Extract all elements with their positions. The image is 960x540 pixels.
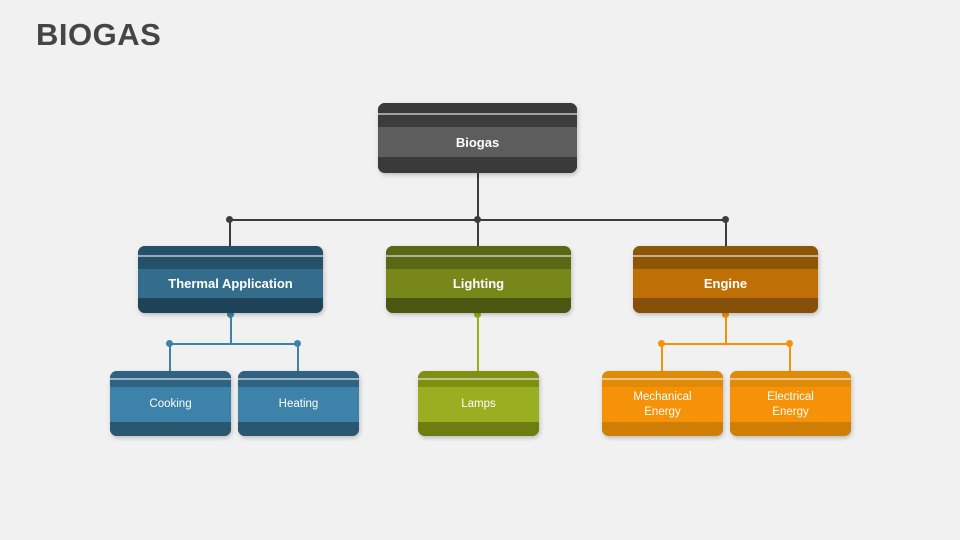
node-lamps-band xyxy=(418,380,539,387)
connector-dot-lighting xyxy=(474,216,481,223)
node-heating-cap xyxy=(238,371,359,378)
node-electrical-cap xyxy=(730,371,851,378)
node-heating-band xyxy=(238,380,359,387)
connector-thermal-to-heating xyxy=(297,343,299,371)
connector-engine-to-electrical xyxy=(789,343,791,371)
node-electrical-energy[interactable]: Electrical Energy xyxy=(730,371,851,436)
connector-lighting-to-lamps xyxy=(477,313,479,371)
connector-root-to-thermal xyxy=(229,219,231,246)
connector-dot-thermal xyxy=(226,216,233,223)
node-lamps[interactable]: Lamps xyxy=(418,371,539,436)
node-cooking-band xyxy=(110,380,231,387)
node-thermal-cap xyxy=(138,246,323,255)
connector-thermal-bus xyxy=(170,343,298,345)
node-mechanical-label: Mechanical Energy xyxy=(633,390,692,418)
node-lighting-cap xyxy=(386,246,571,255)
node-biogas-band xyxy=(378,115,577,127)
connector-dot-mechanical xyxy=(658,340,665,347)
node-biogas-label: Biogas xyxy=(455,134,500,150)
node-lighting-foot xyxy=(386,298,571,313)
connector-root-to-lighting xyxy=(477,219,479,246)
node-heating[interactable]: Heating xyxy=(238,371,359,436)
node-cooking-label: Cooking xyxy=(149,398,192,410)
node-lamps-label: Lamps xyxy=(461,398,496,410)
node-cooking[interactable]: Cooking xyxy=(110,371,231,436)
node-thermal-foot xyxy=(138,298,323,313)
node-mechanical-cap xyxy=(602,371,723,378)
node-engine-band xyxy=(633,257,818,269)
connector-dot-engine xyxy=(722,216,729,223)
node-electrical-label: Electrical Energy xyxy=(767,390,814,418)
node-heating-foot xyxy=(238,422,359,436)
node-biogas[interactable]: Biogas xyxy=(378,103,577,173)
node-cooking-cap xyxy=(110,371,231,378)
node-thermal-application[interactable]: Thermal Application xyxy=(138,246,323,313)
node-engine-foot xyxy=(633,298,818,313)
node-cooking-foot xyxy=(110,422,231,436)
connector-dot-heating xyxy=(294,340,301,347)
node-engine-label: Engine xyxy=(703,276,748,291)
node-lighting-label: Lighting xyxy=(452,276,505,291)
node-biogas-cap xyxy=(378,103,577,113)
node-thermal-band xyxy=(138,257,323,269)
connector-thermal-to-cooking xyxy=(169,343,171,371)
node-biogas-foot xyxy=(378,157,577,173)
node-lamps-foot xyxy=(418,422,539,436)
connector-root-stem xyxy=(477,173,479,221)
connector-engine-to-mechanical xyxy=(661,343,663,371)
connector-dot-cooking xyxy=(166,340,173,347)
node-engine[interactable]: Engine xyxy=(633,246,818,313)
node-lamps-cap xyxy=(418,371,539,378)
node-thermal-label: Thermal Application xyxy=(168,276,293,291)
diagram-canvas: BIOGAS Biogas Thermal Application Lighti… xyxy=(0,0,960,540)
node-lighting[interactable]: Lighting xyxy=(386,246,571,313)
page-title: BIOGAS xyxy=(36,17,162,52)
node-heating-label: Heating xyxy=(278,398,319,410)
connector-root-to-engine xyxy=(725,219,727,246)
node-engine-cap xyxy=(633,246,818,255)
node-mechanical-energy[interactable]: Mechanical Energy xyxy=(602,371,723,436)
connector-dot-electrical xyxy=(786,340,793,347)
connector-engine-bus xyxy=(662,343,790,345)
node-lighting-band xyxy=(386,257,571,269)
